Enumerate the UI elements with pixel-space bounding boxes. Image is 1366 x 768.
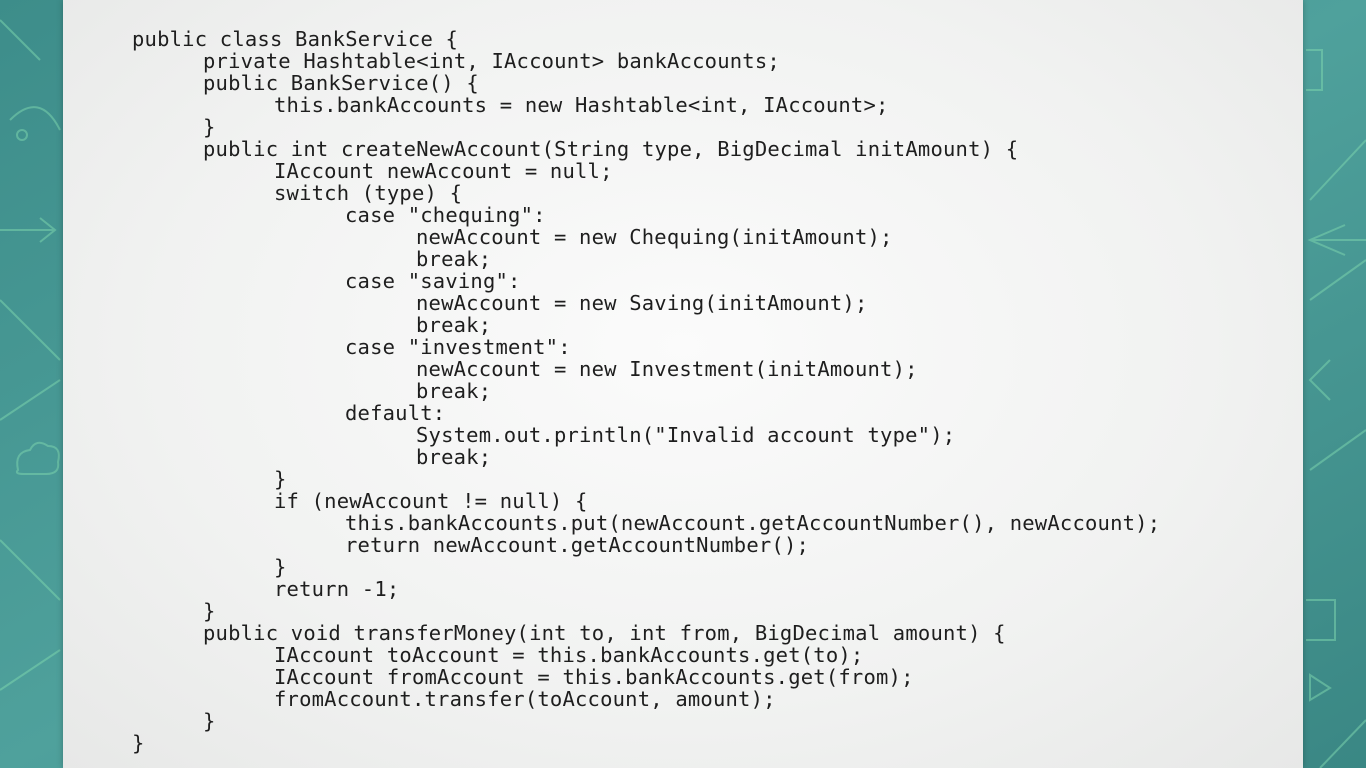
- code-line: newAccount = new Saving(initAmount);: [416, 291, 868, 315]
- code-line: return -1;: [274, 577, 400, 601]
- code-line: }: [274, 555, 287, 579]
- code-line: if (newAccount != null) {: [274, 489, 588, 513]
- code-line: }: [203, 599, 216, 623]
- code-line: case "investment":: [345, 335, 571, 359]
- code-line: public int createNewAccount(String type,…: [203, 137, 1019, 161]
- video-frame: public class BankService {private Hashta…: [0, 0, 1366, 768]
- code-line: System.out.println("Invalid account type…: [416, 423, 956, 447]
- code-line: case "chequing":: [345, 203, 546, 227]
- code-line: newAccount = new Chequing(initAmount);: [416, 225, 893, 249]
- code-line: }: [274, 467, 287, 491]
- code-block: public class BankService {private Hashta…: [132, 28, 1160, 754]
- code-line: switch (type) {: [274, 181, 463, 205]
- code-line: this.bankAccounts.put(newAccount.getAcco…: [345, 511, 1161, 535]
- code-line: IAccount newAccount = null;: [274, 159, 613, 183]
- code-line: break;: [416, 379, 492, 403]
- code-line: }: [203, 709, 216, 733]
- code-line: IAccount fromAccount = this.bankAccounts…: [274, 665, 914, 689]
- code-line: newAccount = new Investment(initAmount);: [416, 357, 918, 381]
- code-line: break;: [416, 313, 492, 337]
- code-line: }: [132, 731, 145, 755]
- code-line: default:: [345, 401, 446, 425]
- code-line: break;: [416, 445, 492, 469]
- code-line: IAccount toAccount = this.bankAccounts.g…: [274, 643, 864, 667]
- code-line: fromAccount.transfer(toAccount, amount);: [274, 687, 776, 711]
- code-line: case "saving":: [345, 269, 521, 293]
- code-line: return newAccount.getAccountNumber();: [345, 533, 810, 557]
- code-line: public class BankService {: [132, 27, 459, 51]
- code-line: public void transferMoney(int to, int fr…: [203, 621, 1006, 645]
- code-line: break;: [416, 247, 492, 271]
- code-line: this.bankAccounts = new Hashtable<int, I…: [274, 93, 889, 117]
- code-line: public BankService() {: [203, 71, 479, 95]
- code-line: private Hashtable<int, IAccount> bankAcc…: [203, 49, 780, 73]
- code-line: }: [203, 115, 216, 139]
